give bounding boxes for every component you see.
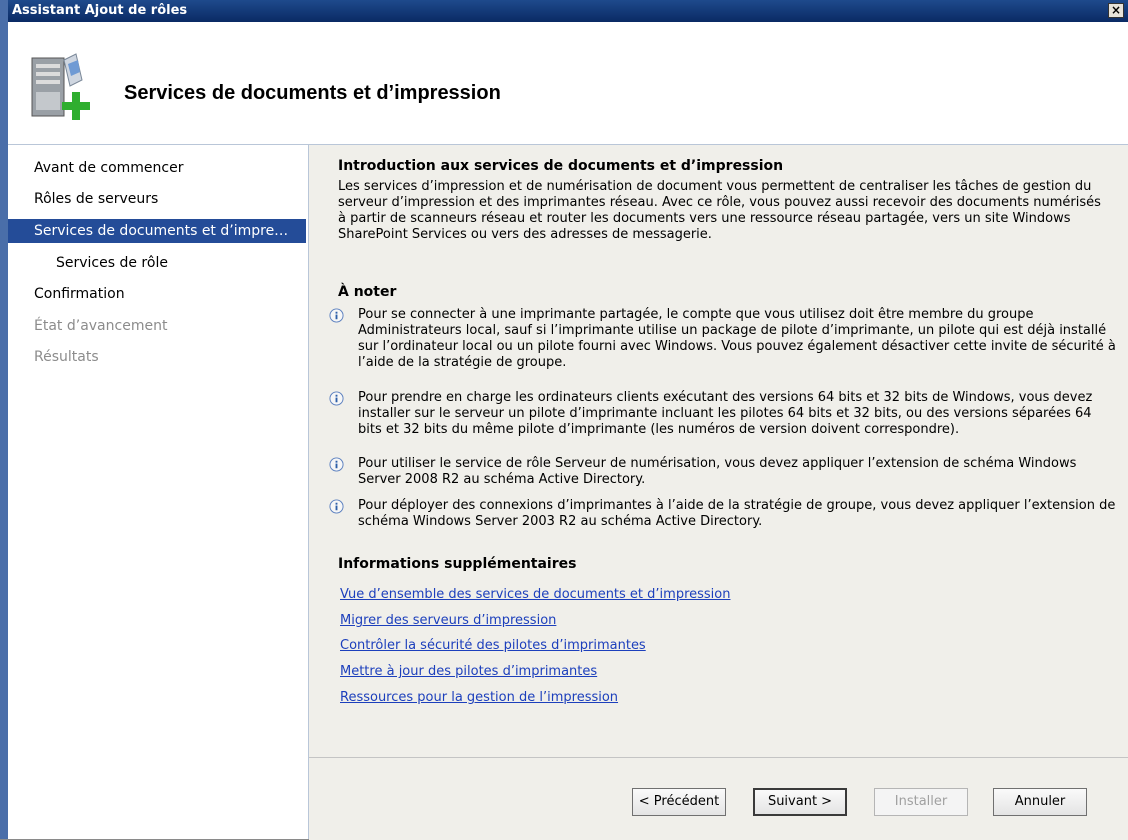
previous-button[interactable]: < Précédent <box>632 788 726 816</box>
note-text: Pour se connecter à une imprimante parta… <box>358 307 1116 370</box>
intro-text: Les services d’impression et de numérisa… <box>338 179 1101 242</box>
wizard-steps-nav: Avant de commencer Rôles de serveurs Ser… <box>8 145 309 839</box>
wizard-window: Assistant Ajout de rôles × Services de d… <box>0 0 1128 840</box>
link-mettre-a-jour-pilotes[interactable]: Mettre à jour des pilotes d’imprimantes <box>340 664 597 679</box>
server-add-icon <box>31 53 90 120</box>
page-title: Services de documents et d’impression <box>124 82 501 104</box>
intro-title: Introduction aux services de documents e… <box>338 158 784 174</box>
nav-item-resultats: Résultats <box>34 349 99 365</box>
info-icon <box>329 391 344 406</box>
nav-item-avant-de-commencer[interactable]: Avant de commencer <box>8 156 306 180</box>
nav-item-services-documents[interactable]: Services de documents et d’impre… <box>8 219 306 243</box>
info-icon <box>329 457 344 472</box>
note-text: Pour déployer des connexions d’imprimant… <box>358 498 1116 529</box>
note-text: Pour utiliser le service de rôle Serveur… <box>358 456 1077 487</box>
next-button[interactable]: Suivant > <box>753 788 847 816</box>
title-bar: Assistant Ajout de rôles × <box>8 0 1128 22</box>
wizard-footer: < Précédent Suivant > Installer Annuler <box>309 757 1128 840</box>
link-ressources-impression[interactable]: Ressources pour la gestion de l’impressi… <box>340 690 618 705</box>
note-text: Pour prendre en charge les ordinateurs c… <box>358 390 1093 437</box>
wizard-header: Services de documents et d’impression <box>8 22 1128 145</box>
nav-item-confirmation[interactable]: Confirmation <box>8 282 306 306</box>
link-vue-ensemble[interactable]: Vue d’ensemble des services de documents… <box>340 587 730 602</box>
more-info-title: Informations supplémentaires <box>338 556 577 572</box>
notes-title: À noter <box>338 284 397 300</box>
info-icon <box>329 308 344 323</box>
content-pane: Introduction aux services de documents e… <box>309 145 1128 757</box>
link-securite-pilotes[interactable]: Contrôler la sécurité des pilotes d’impr… <box>340 638 646 653</box>
nav-item-roles-de-serveurs[interactable]: Rôles de serveurs <box>8 187 306 211</box>
nav-item-etat-avancement: État d’avancement <box>34 318 168 334</box>
link-migrer-serveurs[interactable]: Migrer des serveurs d’impression <box>340 613 556 628</box>
nav-item-services-de-role[interactable]: Services de rôle <box>8 251 306 275</box>
info-icon <box>329 499 344 514</box>
cancel-button[interactable]: Annuler <box>993 788 1087 816</box>
install-button: Installer <box>874 788 968 816</box>
window-title: Assistant Ajout de rôles <box>12 3 188 18</box>
close-button[interactable]: × <box>1108 3 1124 18</box>
